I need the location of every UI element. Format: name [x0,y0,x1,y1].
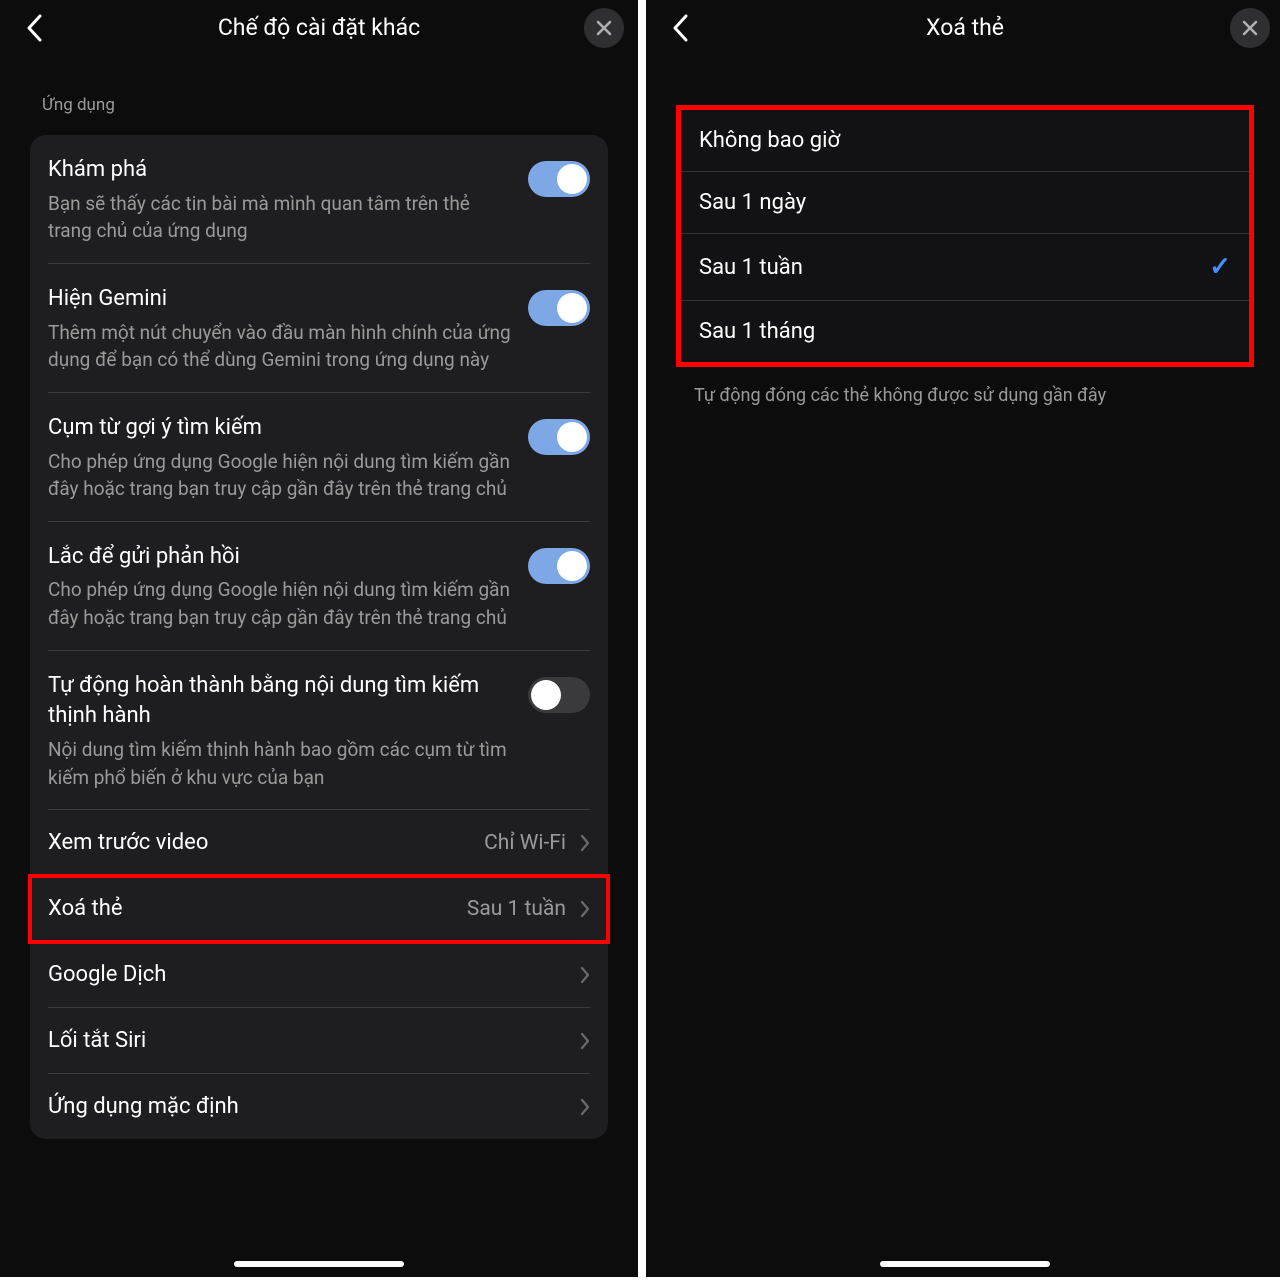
nav-value: Chỉ Wi-Fi [484,831,566,855]
row-autocomplete: Tự động hoàn thành bằng nội dung tìm kiế… [48,651,590,811]
home-indicator[interactable] [880,1261,1050,1267]
nav-video-preview[interactable]: Xem trước video Chỉ Wi-Fi [48,810,590,876]
close-icon [1241,19,1259,37]
section-label: Ứng dụng [0,55,638,135]
row-desc: Nội dung tìm kiếm thịnh hành bao gồm các… [48,736,512,791]
option-label: Sau 1 tháng [699,319,815,344]
option-never[interactable]: Không bao giờ [681,110,1249,172]
nav-label: Google Dịch [48,962,166,987]
home-indicator[interactable] [234,1261,404,1267]
row-title: Hiện Gemini [48,284,512,315]
chevron-right-icon [580,900,590,918]
row-title: Tự động hoàn thành bằng nội dung tìm kiế… [48,671,512,733]
toggle-discover[interactable] [528,161,590,197]
nav-siri-shortcut[interactable]: Lối tắt Siri [48,1008,590,1074]
chevron-right-icon [580,1032,590,1050]
option-label: Không bao giờ [699,128,840,153]
back-button[interactable] [660,8,700,48]
chevron-right-icon [580,966,590,984]
header-bar: Chế độ cài đặt khác [0,0,638,55]
option-1-week[interactable]: Sau 1 tuần ✓ [681,234,1249,301]
row-desc: Thêm một nút chuyển vào đầu màn hình chí… [48,319,512,374]
options-container: Không bao giờ Sau 1 ngày Sau 1 tuần ✓ Sa… [676,105,1254,406]
chevron-right-icon [580,1098,590,1116]
row-suggestions: Cụm từ gợi ý tìm kiếm Cho phép ứng dụng … [48,393,590,522]
nav-delete-tabs[interactable]: Xoá thẻ Sau 1 tuần [30,876,608,942]
page-title: Chế độ cài đặt khác [54,14,584,41]
toggle-gemini[interactable] [528,290,590,326]
close-button[interactable] [584,8,624,48]
nav-label: Xem trước video [48,830,208,855]
row-discover: Khám phá Bạn sẽ thấy các tin bài mà mình… [48,135,590,264]
option-1-month[interactable]: Sau 1 tháng [681,301,1249,362]
header-bar: Xoá thẻ [646,0,1280,55]
highlight-annotation: Không bao giờ Sau 1 ngày Sau 1 tuần ✓ Sa… [676,105,1254,367]
back-button[interactable] [14,8,54,48]
option-label: Sau 1 ngày [699,190,806,215]
row-title: Lắc để gửi phản hồi [48,542,512,573]
option-label: Sau 1 tuần [699,255,803,280]
toggle-autocomplete[interactable] [528,677,590,713]
chevron-left-icon [672,14,688,42]
nav-label: Xoá thẻ [48,896,123,921]
row-title: Khám phá [48,155,512,186]
footer-description: Tự động đóng các thẻ không được sử dụng … [676,367,1254,406]
chevron-right-icon [580,834,590,852]
nav-default-app[interactable]: Ứng dụng mặc định [48,1074,590,1139]
toggle-suggestions[interactable] [528,419,590,455]
nav-label: Ứng dụng mặc định [48,1094,239,1119]
checkmark-icon: ✓ [1209,252,1231,282]
close-icon [595,19,613,37]
row-desc: Cho phép ứng dụng Google hiện nội dung t… [48,576,512,631]
row-shake-feedback: Lắc để gửi phản hồi Cho phép ứng dụng Go… [48,522,590,651]
row-title: Cụm từ gợi ý tìm kiếm [48,413,512,444]
row-desc: Bạn sẽ thấy các tin bài mà mình quan tâm… [48,190,512,245]
nav-value: Sau 1 tuần [467,897,566,921]
option-1-day[interactable]: Sau 1 ngày [681,172,1249,234]
chevron-left-icon [26,14,42,42]
nav-google-translate[interactable]: Google Dịch [48,942,590,1008]
settings-card: Khám phá Bạn sẽ thấy các tin bài mà mình… [30,135,608,1139]
row-desc: Cho phép ứng dụng Google hiện nội dung t… [48,448,512,503]
page-title: Xoá thẻ [700,14,1230,41]
close-button[interactable] [1230,8,1270,48]
row-gemini: Hiện Gemini Thêm một nút chuyển vào đầu … [48,264,590,393]
nav-label: Lối tắt Siri [48,1028,146,1053]
delete-tabs-screen: Xoá thẻ Không bao giờ Sau 1 ngày Sau 1 t… [646,0,1280,1277]
settings-screen: Chế độ cài đặt khác Ứng dụng Khám phá Bạ… [0,0,638,1277]
toggle-shake[interactable] [528,548,590,584]
